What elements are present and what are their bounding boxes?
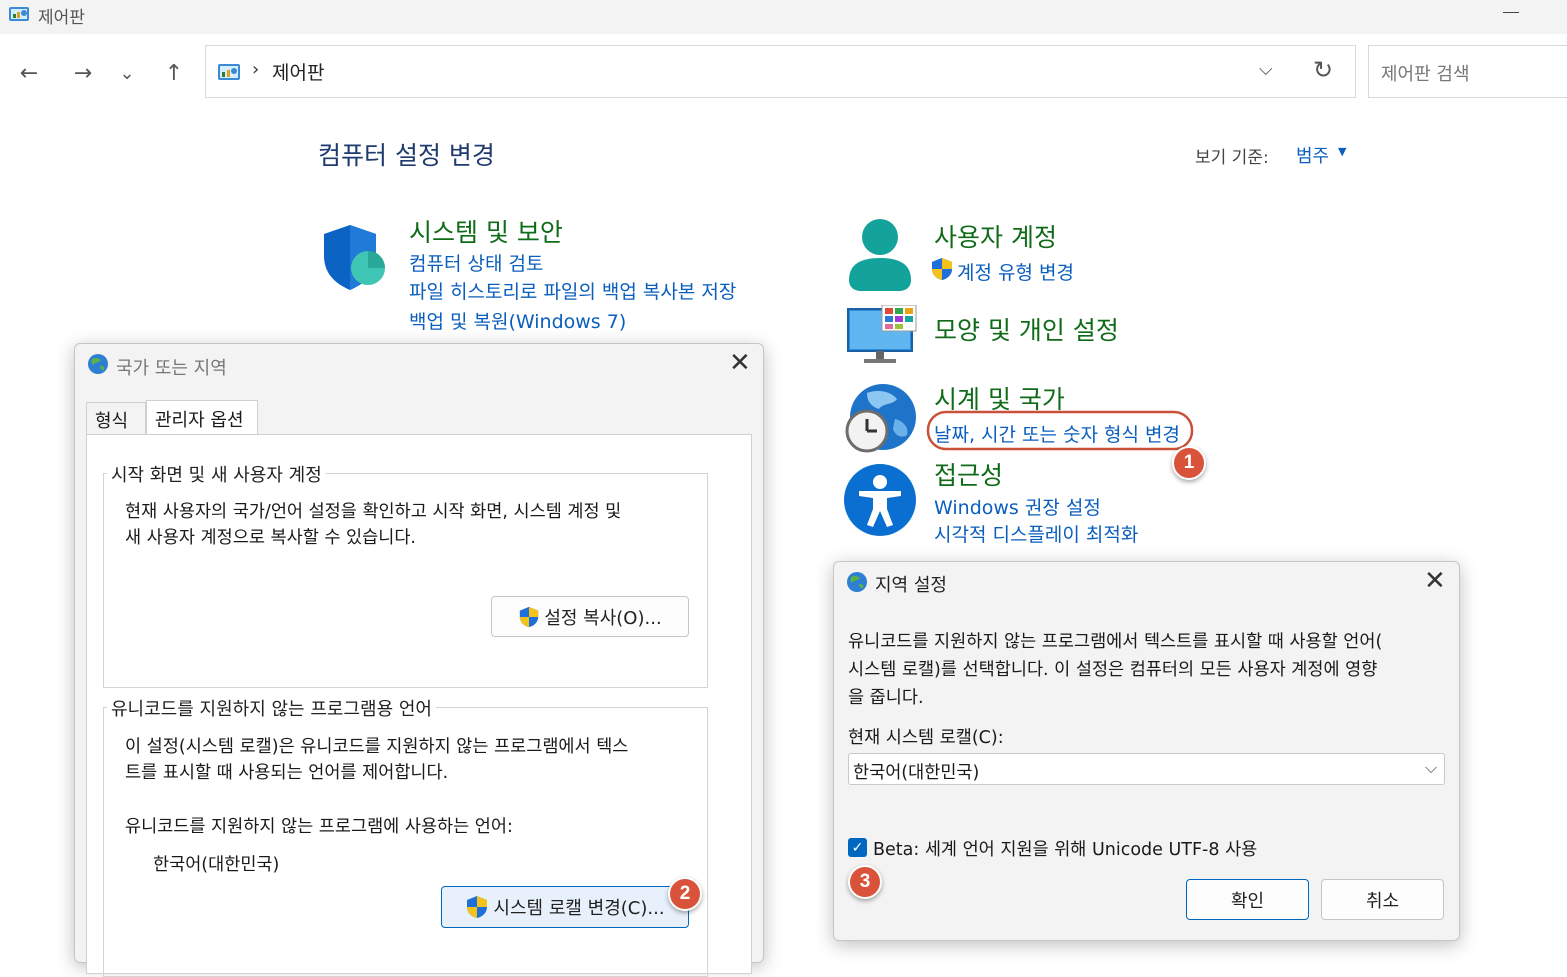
close-icon[interactable]: ✕ xyxy=(729,348,751,378)
up-button[interactable]: ↑ xyxy=(157,56,191,90)
utf8-beta-checkbox[interactable]: ✓ xyxy=(848,838,867,857)
link-change-account-type[interactable]: 계정 유형 변경 xyxy=(957,258,1074,285)
link-optimize-visual-display[interactable]: 시각적 디스플레이 최적화 xyxy=(934,520,1138,547)
non-unicode-language-label: 유니코드를 지원하지 않는 프로그램에 사용하는 언어: xyxy=(125,817,513,837)
category-appearance-personalization[interactable]: 모양 및 개인 설정 xyxy=(934,311,1119,347)
title-bar: 제어판 xyxy=(0,0,1567,34)
link-windows-recommended-settings[interactable]: Windows 권장 설정 xyxy=(934,493,1101,520)
chevron-down-icon: ⌵ xyxy=(1425,758,1438,777)
category-user-accounts[interactable]: 사용자 계정 xyxy=(934,218,1057,254)
page-title: 컴퓨터 설정 변경 xyxy=(318,141,495,170)
breadcrumb-separator: › xyxy=(252,59,260,80)
dialog-title: 지역 설정 xyxy=(875,575,947,596)
region-dialog: 국가 또는 지역 ✕ 형식 관리자 옵션 시작 화면 및 새 사용자 계정 현재… xyxy=(74,343,764,977)
accessibility-icon[interactable] xyxy=(843,463,917,537)
caret-down-icon[interactable]: ▼ xyxy=(1338,145,1346,158)
region-settings-dialog: 지역 설정 ✕ 유니코드를 지원하지 않는 프로그램에서 텍스트를 표시할 때 … xyxy=(833,561,1460,941)
control-panel-icon xyxy=(218,64,240,80)
link-review-computer-status[interactable]: 컴퓨터 상태 검토 xyxy=(409,249,543,276)
copy-settings-label: 설정 복사(O)... xyxy=(544,607,662,629)
close-icon[interactable]: ✕ xyxy=(1424,566,1446,596)
welcome-group-title: 시작 화면 및 새 사용자 계정 xyxy=(107,461,326,487)
recent-locations-button[interactable]: ⌄ xyxy=(110,56,144,90)
address-bar[interactable]: › 제어판 ⌵ ↻ xyxy=(205,45,1356,98)
category-system-security[interactable]: 시스템 및 보안 xyxy=(409,213,563,249)
tab-formats[interactable]: 형식 xyxy=(86,402,146,434)
window-title: 제어판 xyxy=(38,8,85,28)
globe-icon xyxy=(88,354,108,374)
search-placeholder: 제어판 검색 xyxy=(1381,64,1470,85)
system-locale-selected-value: 한국어(대한민국) xyxy=(853,763,980,783)
current-locale-label: 현재 시스템 로캘(C): xyxy=(848,728,1004,748)
welcome-description: 현재 사용자의 국가/언어 설정을 확인하고 시작 화면, 시스템 계정 및 새… xyxy=(125,502,622,548)
current-system-locale-value: 한국어(대한민국) xyxy=(153,855,280,875)
back-button[interactable]: ← xyxy=(12,56,46,90)
breadcrumb-control-panel[interactable]: 제어판 xyxy=(272,58,324,85)
uac-shield-icon xyxy=(467,896,488,918)
link-file-history[interactable]: 파일 히스토리로 파일의 백업 복사본 저장 xyxy=(409,277,736,304)
view-by-dropdown[interactable]: 범주 xyxy=(1296,142,1329,168)
minimize-button[interactable] xyxy=(1503,12,1519,13)
monitor-icon[interactable] xyxy=(846,305,918,365)
dialog-title: 국가 또는 지역 xyxy=(116,358,227,379)
system-locale-select[interactable]: 한국어(대한민국) ⌵ xyxy=(848,753,1445,785)
refresh-button[interactable]: ↻ xyxy=(1313,56,1333,84)
unicode-description: 이 설정(시스템 로캘)은 유니코드를 지원하지 않는 프로그램에서 텍스 트를… xyxy=(125,737,629,783)
navigation-bar: ← → ⌄ ↑ › 제어판 ⌵ ↻ 제어판 검색 xyxy=(0,34,1567,110)
control-panel-icon xyxy=(9,7,29,21)
view-by-label: 보기 기준: xyxy=(1195,148,1269,168)
clock-globe-icon[interactable] xyxy=(843,381,917,455)
link-backup-restore[interactable]: 백업 및 복원(Windows 7) xyxy=(409,307,626,334)
step-badge-3: 3 xyxy=(848,865,882,899)
step-badge-1: 1 xyxy=(1172,446,1206,480)
tab-administrative[interactable]: 관리자 옵션 xyxy=(146,400,258,436)
unicode-group-title: 유니코드를 지원하지 않는 프로그램용 언어 xyxy=(107,695,436,721)
uac-shield-icon xyxy=(520,606,539,627)
copy-settings-button[interactable]: 설정 복사(O)... xyxy=(491,596,689,637)
change-system-locale-button[interactable]: 시스템 로캘 변경(C)... xyxy=(441,886,689,928)
shield-icon[interactable] xyxy=(320,222,390,292)
step-badge-2: 2 xyxy=(668,877,702,911)
category-accessibility[interactable]: 접근성 xyxy=(934,456,1003,492)
address-dropdown-button[interactable]: ⌵ xyxy=(1259,59,1273,80)
ok-button[interactable]: 확인 xyxy=(1186,879,1309,920)
locale-description: 유니코드를 지원하지 않는 프로그램에서 텍스트를 표시할 때 사용할 언어( … xyxy=(848,632,1383,708)
tab-panel: 시작 화면 및 새 사용자 계정 현재 사용자의 국가/언어 설정을 확인하고 … xyxy=(86,434,752,977)
cancel-button[interactable]: 취소 xyxy=(1321,879,1444,920)
forward-button[interactable]: → xyxy=(66,56,100,90)
user-icon[interactable] xyxy=(845,218,915,292)
search-input[interactable]: 제어판 검색 xyxy=(1368,45,1567,98)
highlight-ellipse xyxy=(926,410,1194,451)
utf8-beta-label[interactable]: Beta: 세계 언어 지원을 위해 Unicode UTF-8 사용 xyxy=(873,836,1257,861)
uac-shield-icon xyxy=(932,258,952,280)
change-system-locale-label: 시스템 로캘 변경(C)... xyxy=(493,898,665,919)
globe-icon xyxy=(847,572,867,592)
